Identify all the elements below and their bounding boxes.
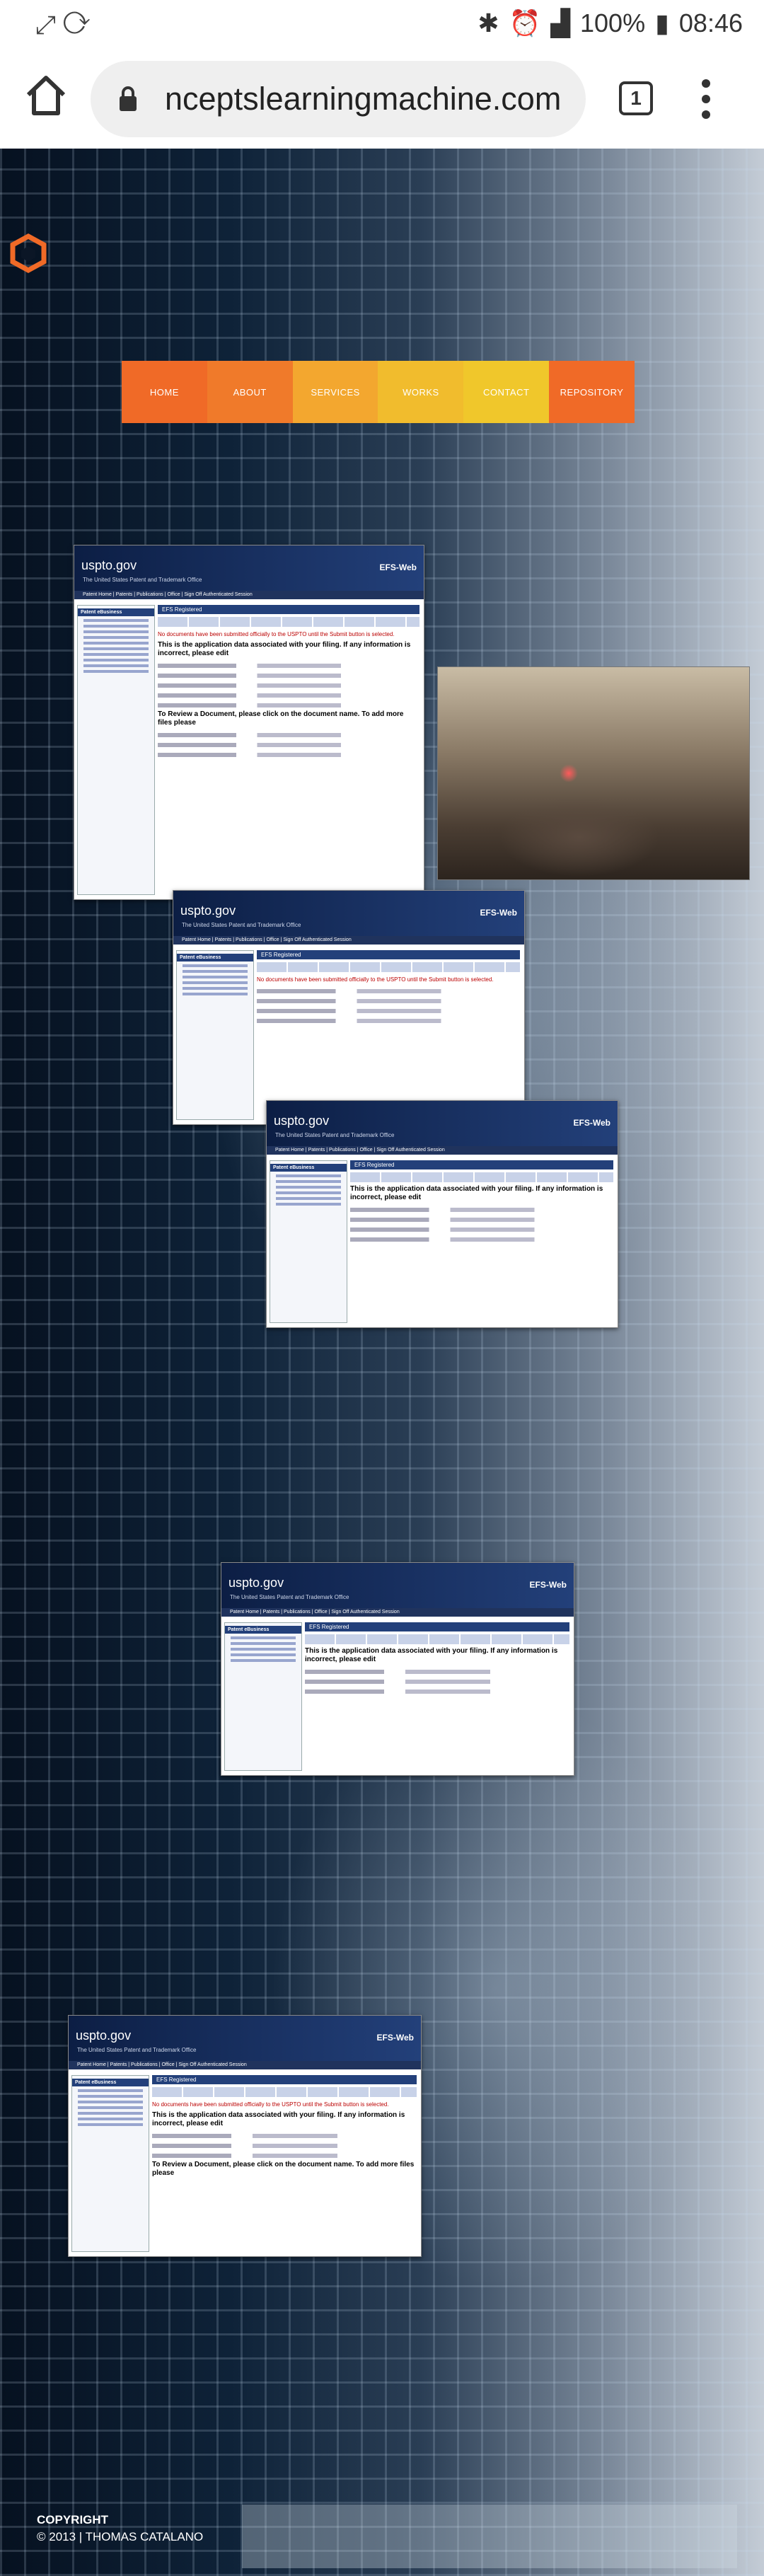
lab-photo bbox=[437, 666, 750, 880]
efs-badge: EFS-Web bbox=[480, 908, 517, 918]
uspto-sidebar: Patent eBusiness bbox=[77, 605, 155, 895]
uspto-subtitle: The United States Patent and Trademark O… bbox=[230, 1594, 349, 1600]
uspto-nav: Patent Home | Patents | Publications | O… bbox=[74, 591, 424, 599]
nav-services[interactable]: SERVICES bbox=[292, 361, 378, 423]
uspto-screenshot-2[interactable]: uspto.gov The United States Patent and T… bbox=[173, 890, 525, 1125]
efs-badge: EFS-Web bbox=[379, 562, 417, 572]
uspto-screenshot-5[interactable]: uspto.gov The United States Patent and T… bbox=[68, 2015, 422, 2257]
nav-about[interactable]: ABOUT bbox=[207, 361, 293, 423]
screenshot-icon: ⤢ bbox=[35, 10, 56, 39]
uspto-tabs bbox=[305, 1634, 569, 1644]
efs-badge: EFS-Web bbox=[376, 2033, 414, 2043]
warning-text: No documents have been submitted officia… bbox=[158, 631, 395, 637]
copyright-label: COPYRIGHT bbox=[37, 2513, 109, 2526]
home-icon[interactable] bbox=[21, 71, 71, 120]
uspto-nav: Patent Home | Patents | Publications | O… bbox=[221, 1608, 574, 1617]
review-prompt: To Review a Document, please click on th… bbox=[158, 710, 404, 727]
warning-text: No documents have been submitted officia… bbox=[152, 2101, 389, 2108]
uspto-nav: Patent Home | Patents | Publications | O… bbox=[267, 1146, 618, 1155]
application-notice: This is the application data associated … bbox=[305, 1647, 558, 1663]
nav-repository[interactable]: REPOSITORY bbox=[549, 361, 635, 423]
status-left-icons: ⤢ ⟳ bbox=[35, 10, 90, 40]
uspto-screenshot-1[interactable]: uspto.gov The United States Patent and T… bbox=[74, 545, 424, 900]
section-title: EFS Registered bbox=[257, 950, 520, 959]
uspto-sidebar: Patent eBusiness bbox=[224, 1622, 302, 1771]
uspto-subtitle: The United States Patent and Trademark O… bbox=[182, 922, 301, 928]
uspto-logo: uspto bbox=[274, 1114, 306, 1128]
uspto-tabs bbox=[350, 1172, 613, 1182]
uspto-subtitle: The United States Patent and Trademark O… bbox=[83, 577, 202, 583]
signal-icon: ▟ bbox=[550, 8, 571, 37]
uspto-logo: uspto bbox=[180, 903, 212, 918]
site-logo-icon[interactable] bbox=[8, 233, 48, 273]
uspto-main: EFS Registered This is the application d… bbox=[350, 1160, 613, 1323]
review-prompt: To Review a Document, please click on th… bbox=[152, 2161, 415, 2177]
uspto-sidebar: Patent eBusiness bbox=[71, 2075, 149, 2252]
nav-home[interactable]: HOME bbox=[122, 361, 207, 423]
uspto-sidebar: Patent eBusiness bbox=[270, 1160, 347, 1323]
uspto-screenshot-4[interactable]: uspto.gov The United States Patent and T… bbox=[221, 1562, 574, 1776]
alarm-icon: ⏰ bbox=[509, 8, 541, 37]
copyright: COPYRIGHT © 2013 | THOMAS CATALANO bbox=[37, 2512, 203, 2546]
uspto-logo-suffix: .gov bbox=[212, 903, 236, 918]
uspto-nav: Patent Home | Patents | Publications | O… bbox=[69, 2061, 421, 2069]
application-notice: This is the application data associated … bbox=[350, 1185, 603, 1201]
application-notice: This is the application data associated … bbox=[152, 2111, 405, 2127]
overflow-menu-icon[interactable] bbox=[700, 78, 712, 120]
copyright-text: © 2013 | THOMAS CATALANO bbox=[37, 2530, 204, 2543]
uspto-logo: uspto bbox=[228, 1576, 260, 1590]
uspto-subtitle: The United States Patent and Trademark O… bbox=[77, 2047, 197, 2053]
nav-contact[interactable]: CONTACT bbox=[463, 361, 550, 423]
uspto-main: EFS Registered No documents have been su… bbox=[257, 950, 520, 1120]
sidebar-heading: Patent eBusiness bbox=[225, 1626, 301, 1634]
uspto-main: EFS Registered This is the application d… bbox=[305, 1622, 569, 1771]
nav-works[interactable]: WORKS bbox=[378, 361, 464, 423]
efs-badge: EFS-Web bbox=[573, 1118, 610, 1128]
sidebar-heading: Patent eBusiness bbox=[78, 608, 154, 616]
section-title: EFS Registered bbox=[158, 605, 419, 614]
uspto-logo-suffix: .gov bbox=[107, 2028, 132, 2043]
section-title: EFS Registered bbox=[152, 2075, 417, 2084]
uspto-main: EFS Registered No documents have been su… bbox=[152, 2075, 417, 2252]
sync-icon: ⟳ bbox=[62, 10, 91, 39]
uspto-logo-suffix: .gov bbox=[112, 558, 137, 572]
clock: 08:46 bbox=[678, 8, 743, 37]
browser-toolbar: nceptslearningmachine.com 1 bbox=[0, 50, 764, 149]
sidebar-heading: Patent eBusiness bbox=[270, 1164, 347, 1172]
section-title: EFS Registered bbox=[350, 1160, 613, 1169]
efs-badge: EFS-Web bbox=[529, 1580, 567, 1590]
uspto-screenshot-3[interactable]: uspto.gov The United States Patent and T… bbox=[266, 1100, 618, 1328]
uspto-nav: Patent Home | Patents | Publications | O… bbox=[173, 936, 524, 945]
section-title: EFS Registered bbox=[305, 1622, 569, 1631]
address-bar[interactable]: nceptslearningmachine.com bbox=[91, 61, 586, 137]
battery-icon: ▮ bbox=[655, 8, 669, 37]
sidebar-heading: Patent eBusiness bbox=[177, 954, 253, 961]
uspto-tabs bbox=[158, 617, 419, 627]
uspto-logo: uspto bbox=[81, 558, 113, 572]
lock-icon bbox=[120, 86, 137, 111]
uspto-logo: uspto bbox=[76, 2028, 108, 2043]
tab-switcher-button[interactable]: 1 bbox=[619, 81, 653, 115]
battery-percent: 100% bbox=[580, 8, 646, 37]
footer-bar bbox=[242, 2505, 737, 2568]
status-right: ✱ ⏰ ▟ 100% ▮ 08:46 bbox=[478, 8, 743, 38]
uspto-subtitle: The United States Patent and Trademark O… bbox=[275, 1132, 395, 1138]
status-bar: ⤢ ⟳ ✱ ⏰ ▟ 100% ▮ 08:46 bbox=[0, 0, 764, 50]
main-nav: HOME ABOUT SERVICES WORKS CONTACT REPOSI… bbox=[122, 361, 635, 423]
application-notice: This is the application data associated … bbox=[158, 641, 411, 657]
page-content: HOME ABOUT SERVICES WORKS CONTACT REPOSI… bbox=[0, 149, 764, 2576]
bluetooth-icon: ✱ bbox=[478, 8, 499, 37]
url-text: nceptslearningmachine.com bbox=[165, 81, 562, 117]
uspto-tabs bbox=[257, 962, 520, 972]
sidebar-heading: Patent eBusiness bbox=[72, 2079, 149, 2086]
uspto-main: EFS Registered No documents have been su… bbox=[158, 605, 419, 895]
uspto-sidebar: Patent eBusiness bbox=[176, 950, 254, 1120]
uspto-logo-suffix: .gov bbox=[260, 1576, 284, 1590]
uspto-tabs bbox=[152, 2087, 417, 2097]
warning-text: No documents have been submitted officia… bbox=[257, 976, 494, 983]
uspto-logo-suffix: .gov bbox=[305, 1114, 330, 1128]
